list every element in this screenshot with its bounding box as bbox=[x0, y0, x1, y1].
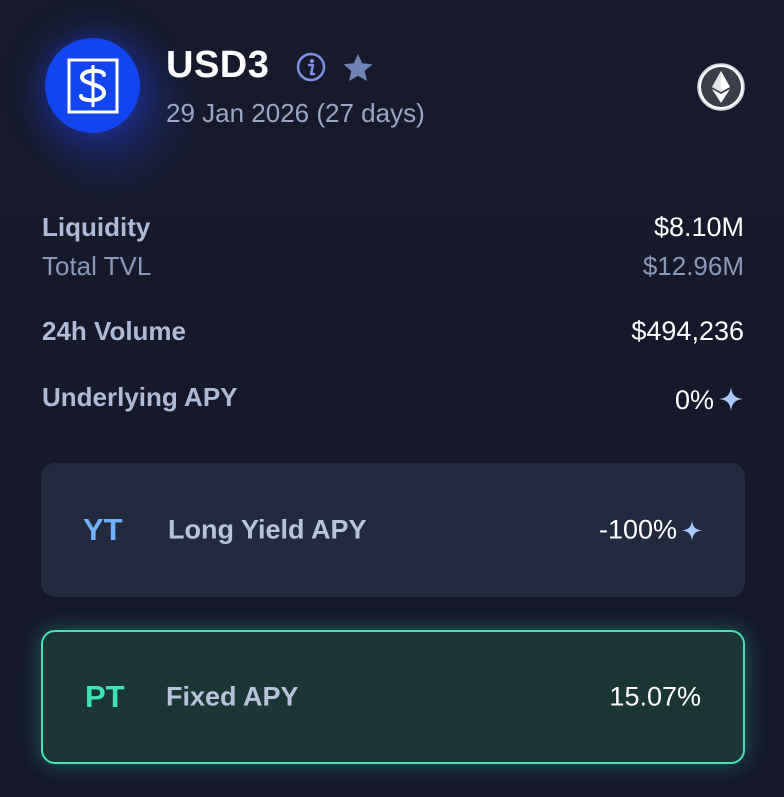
liquidity-label: Liquidity bbox=[42, 212, 151, 242]
pt-card[interactable]: PT Fixed APY 15.07% bbox=[41, 630, 745, 764]
market-card: USD3 29 Jan 2026 (27 days) Liquidity $8.… bbox=[0, 0, 784, 797]
maturity-date: 29 Jan 2026 (27 days) bbox=[166, 98, 425, 128]
pt-label: Fixed APY bbox=[166, 681, 299, 712]
tvl-label: Total TVL bbox=[42, 251, 152, 281]
liquidity-value: $8.10M bbox=[653, 212, 744, 242]
tvl-value: $12.96M bbox=[642, 251, 744, 281]
yt-apy-value: -100% bbox=[598, 514, 677, 545]
dollar-logo-icon bbox=[67, 58, 118, 113]
info-icon[interactable] bbox=[296, 52, 326, 82]
yt-label: Long Yield APY bbox=[168, 514, 367, 545]
star-icon[interactable] bbox=[341, 52, 375, 84]
pt-tag: PT bbox=[85, 679, 125, 714]
ethereum-icon[interactable] bbox=[696, 62, 746, 112]
sparkle-icon bbox=[719, 387, 743, 411]
yt-card[interactable]: YT Long Yield APY -100% bbox=[41, 463, 745, 597]
yt-tag: YT bbox=[83, 512, 123, 547]
volume-value: $494,236 bbox=[631, 316, 744, 346]
volume-label: 24h Volume bbox=[42, 316, 187, 346]
underlying-apy-value: 0% bbox=[674, 385, 714, 415]
underlying-apy-label: Underlying APY bbox=[42, 382, 238, 412]
pt-apy-value: 15.07% bbox=[609, 681, 701, 712]
token-logo bbox=[45, 38, 140, 133]
yt-apy: -100% bbox=[599, 515, 703, 546]
underlying-apy[interactable]: 0% bbox=[675, 385, 744, 416]
sparkle-icon bbox=[681, 520, 703, 541]
token-title: USD3 bbox=[166, 44, 270, 86]
